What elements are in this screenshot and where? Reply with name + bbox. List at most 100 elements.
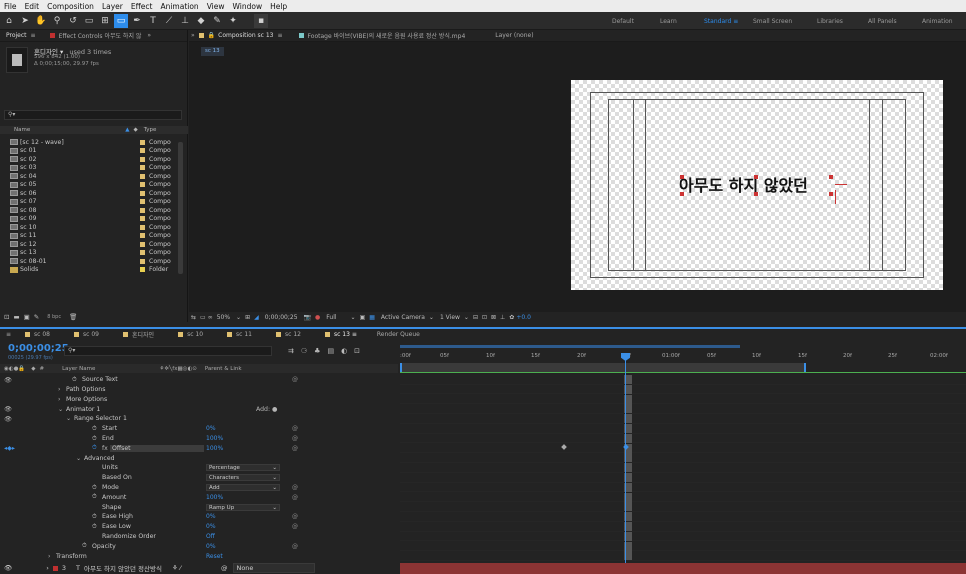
parent-select[interactable]: None [233, 563, 316, 573]
layer-name[interactable]: 아무도 하지 않았던 정산방식 [84, 563, 162, 573]
list-item[interactable]: Solids Folder [0, 266, 180, 275]
always-preview-icon[interactable]: ⇆ [191, 314, 196, 321]
property-row[interactable]: ⌄ Advanced [0, 453, 398, 463]
list-item[interactable]: sc 03 Compo [0, 164, 180, 173]
label-swatch[interactable] [140, 216, 145, 222]
work-area-range[interactable] [400, 363, 806, 372]
expand-arrow-icon[interactable]: › [48, 553, 50, 560]
timeline-timecode[interactable]: 0;00;00;25 [8, 343, 69, 354]
stopwatch-icon[interactable]: ⏱ [92, 493, 97, 501]
more-tabs-icon[interactable]: » [191, 32, 195, 39]
trash-icon[interactable]: 🗑 [69, 313, 77, 321]
label-swatch[interactable] [140, 233, 145, 239]
resolution-select[interactable]: Full [326, 314, 336, 321]
view-layout-select[interactable]: 1 View [440, 314, 460, 321]
anchor-handle[interactable] [680, 175, 684, 179]
hand-tool-icon[interactable]: ✋ [34, 14, 48, 28]
timeline-track[interactable] [400, 502, 966, 512]
expand-arrow-icon[interactable]: ⌄ [66, 415, 71, 422]
home-icon[interactable]: ⌂ [2, 14, 16, 28]
puppet-tool-icon[interactable]: ✦ [226, 14, 240, 28]
add-animator-button[interactable]: Add: ● [256, 406, 277, 413]
property-row[interactable]: ⏱ Ease High 0% @ [0, 512, 398, 522]
eye-icon[interactable]: 👁 [4, 564, 12, 572]
timeline-track[interactable] [400, 473, 966, 483]
chevron-down-icon[interactable]: ⌄ [429, 314, 434, 321]
label-swatch[interactable] [140, 190, 145, 196]
label-swatch[interactable] [140, 250, 145, 256]
work-area-bar[interactable] [400, 345, 740, 348]
reset-exposure-icon[interactable]: ⊡ [482, 314, 487, 321]
menu-item-effect[interactable]: Effect [131, 2, 153, 11]
label-swatch[interactable] [140, 148, 145, 154]
timeline-track[interactable] [400, 384, 966, 395]
toggle-pixel-icon[interactable]: ⊟ [473, 314, 478, 321]
chevron-down-icon[interactable]: ⌄ [351, 314, 356, 321]
expand-arrow-icon[interactable]: › [58, 386, 60, 393]
comp-subtab[interactable]: sc 13 [201, 47, 224, 56]
sort-icon[interactable]: ▲ [125, 127, 129, 133]
list-item[interactable]: sc 08 Compo [0, 206, 180, 215]
monitor-icon[interactable]: ▭ [200, 314, 206, 321]
property-row[interactable]: Shape Ramp Up ⌄ [0, 502, 398, 512]
col-type[interactable]: Type [144, 127, 157, 133]
fit-icon[interactable]: ⊞ [245, 314, 250, 321]
shy-icon[interactable]: ♣ [314, 347, 320, 355]
timeline-track[interactable] [400, 433, 966, 444]
draft-3d-icon[interactable]: ⚆ [301, 347, 307, 355]
menu-item-composition[interactable]: Composition [47, 2, 94, 11]
timeline-track[interactable] [400, 512, 966, 522]
property-row[interactable]: Randomize Order Off [0, 532, 398, 542]
motion-blur-icon[interactable]: ◐ [341, 347, 347, 355]
timeline-track[interactable] [400, 541, 966, 552]
keyframe-nav-icon[interactable]: ◂◆▸ [4, 445, 15, 452]
property-row[interactable]: 👁 ⌄ Range Selector 1 [0, 414, 398, 424]
list-item[interactable]: sc 11 Compo [0, 232, 180, 241]
stopwatch-icon[interactable]: ⏱ [92, 425, 97, 433]
layer-row[interactable]: 👁 › 3 T 아무도 하지 않았던 정산방식 ⚘ ⁄ @ None [0, 562, 398, 574]
rotate-tool-icon[interactable]: ↺ [66, 14, 80, 28]
timeline-track[interactable] [400, 482, 966, 493]
label-swatch[interactable] [140, 267, 145, 273]
tab-sc-13[interactable]: sc 13 ≡ [321, 331, 357, 338]
workspace-default[interactable]: Default [612, 12, 634, 30]
brush-tool-icon[interactable]: ⟋ [162, 14, 176, 28]
pick-whip-icon[interactable]: @ [292, 523, 298, 530]
property-row[interactable]: Units Percentage ⌄ [0, 463, 398, 473]
comp-timecode[interactable]: 0;00;00;25 [265, 314, 298, 321]
timeline-track[interactable] [400, 492, 966, 503]
eye-icon[interactable]: 👁 [4, 415, 12, 423]
workspace-all-panels[interactable]: All Panels [868, 12, 897, 30]
property-value[interactable]: Reset [206, 553, 223, 560]
project-scrollbar[interactable] [178, 142, 183, 274]
property-row[interactable]: ◂◆▸ ⏱ fx Offset 100% @ [0, 444, 398, 454]
property-dropdown[interactable]: Percentage ⌄ [206, 464, 280, 472]
channel-icon[interactable]: ● [315, 314, 320, 321]
list-item[interactable]: sc 08-01 Compo [0, 257, 180, 266]
timeline-track[interactable] [400, 375, 966, 385]
list-item[interactable]: sc 06 Compo [0, 189, 180, 198]
tab-sc-08[interactable]: sc 08 [21, 331, 50, 338]
property-row[interactable]: 👁 ⏱ Source Text @ [0, 375, 398, 385]
property-value[interactable]: 0% [206, 513, 216, 520]
property-row[interactable]: ⏱ Ease Low 0% @ [0, 522, 398, 532]
property-row[interactable]: › Transform Reset [0, 551, 398, 561]
property-value[interactable]: 0% [206, 425, 216, 432]
layer-bar[interactable] [400, 563, 966, 574]
label-col-icon[interactable]: ◆ [133, 127, 137, 133]
property-value[interactable]: 100% [206, 494, 223, 501]
property-row[interactable]: › More Options [0, 395, 398, 405]
timeline-track[interactable] [400, 531, 966, 542]
tab-footage[interactable]: Footage 바이브(VIBE)의 새로운 음원 사용료 정산 방식.mp4 [308, 31, 466, 40]
exposure-icon[interactable]: ✿ [509, 314, 514, 321]
timeline-track[interactable] [400, 394, 966, 405]
timeline-track[interactable] [400, 522, 966, 532]
playhead[interactable] [625, 353, 626, 574]
timeline-track[interactable] [400, 414, 966, 424]
pick-whip-icon[interactable]: @ [292, 376, 298, 383]
col-layer-name[interactable]: Layer Name [62, 366, 95, 372]
col-parent[interactable]: Parent & Link [205, 366, 242, 372]
property-row[interactable]: ⏱ Start 0% @ [0, 424, 398, 434]
label-swatch[interactable] [140, 182, 145, 188]
camera-select[interactable]: Active Camera [381, 314, 425, 321]
